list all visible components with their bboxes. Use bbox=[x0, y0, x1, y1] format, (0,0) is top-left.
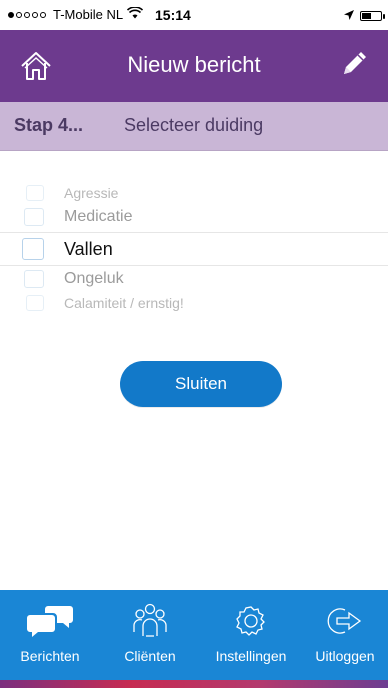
tab-label: Instellingen bbox=[215, 648, 287, 664]
option-checkbox bbox=[24, 270, 44, 288]
option-checkbox bbox=[22, 238, 44, 260]
option-checkbox bbox=[26, 295, 44, 311]
app-screen: T-Mobile NL 15:14 Nieuw bericht Stap 4..… bbox=[0, 0, 388, 688]
picker-option-agressie[interactable]: Agressie bbox=[0, 182, 388, 204]
tab-berichten[interactable]: Berichten bbox=[0, 590, 100, 680]
wifi-icon bbox=[127, 6, 144, 22]
tab-uitloggen[interactable]: Uitloggen bbox=[302, 590, 388, 680]
tab-label: Berichten bbox=[20, 648, 80, 664]
picker-option-vallen-selected[interactable]: Vallen bbox=[0, 232, 388, 266]
tab-label: Cliënten bbox=[124, 648, 176, 664]
step-number: Stap 4... bbox=[14, 115, 84, 135]
option-checkbox bbox=[26, 185, 44, 201]
people-group-icon bbox=[130, 602, 170, 640]
nav-header: Nieuw bericht bbox=[0, 30, 388, 102]
edit-button[interactable] bbox=[336, 46, 372, 82]
chat-bubbles-icon bbox=[26, 602, 74, 640]
option-label: Ongeluk bbox=[64, 270, 124, 287]
gears-icon bbox=[231, 602, 271, 640]
tab-clienten[interactable]: Cliënten bbox=[100, 590, 200, 680]
status-right-group bbox=[344, 8, 385, 23]
bottom-tab-bar: Berichten Cliënten Instellingen Uitlogge… bbox=[0, 590, 388, 680]
battery-icon bbox=[360, 10, 385, 21]
option-label: Calamiteit / ernstig! bbox=[64, 295, 184, 311]
page-title: Nieuw bericht bbox=[127, 52, 261, 77]
picker-option-calamiteit[interactable]: Calamiteit / ernstig! bbox=[0, 292, 388, 314]
option-label: Vallen bbox=[64, 238, 113, 259]
option-checkbox bbox=[24, 208, 44, 226]
close-button[interactable]: Sluiten bbox=[120, 361, 282, 407]
carrier-group: T-Mobile NL bbox=[8, 6, 144, 22]
logout-arrow-icon bbox=[325, 602, 365, 640]
step-indicator: Stap 4... Selecteer duiding bbox=[0, 102, 388, 151]
tab-label: Uitloggen bbox=[315, 648, 375, 664]
status-bar: T-Mobile NL 15:14 bbox=[0, 0, 388, 30]
picker-option-ongeluk[interactable]: Ongeluk bbox=[0, 266, 388, 292]
duiding-picker[interactable]: Agressie Medicatie Vallen Ongeluk Calami… bbox=[0, 178, 388, 318]
bottom-color-strip bbox=[0, 680, 388, 688]
status-time: 15:14 bbox=[155, 7, 191, 23]
option-label: Medicatie bbox=[64, 208, 133, 225]
tab-instellingen[interactable]: Instellingen bbox=[196, 590, 306, 680]
step-label: Selecteer duiding bbox=[124, 115, 264, 135]
location-arrow-icon bbox=[344, 8, 354, 23]
pencil-icon bbox=[344, 52, 366, 74]
picker-option-medicatie[interactable]: Medicatie bbox=[0, 204, 388, 230]
option-label: Agressie bbox=[64, 185, 119, 201]
carrier-name: T-Mobile NL bbox=[53, 7, 124, 22]
signal-strength-icon bbox=[8, 11, 46, 18]
